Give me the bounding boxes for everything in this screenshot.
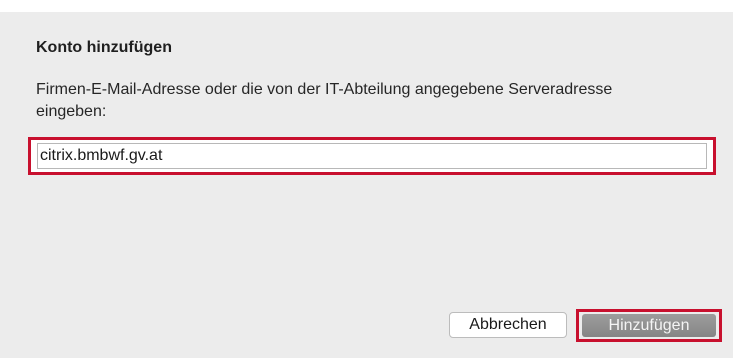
cancel-button[interactable]: Abbrechen (449, 312, 567, 338)
dialog-title: Konto hinzufügen (36, 39, 172, 56)
add-account-dialog: Konto hinzufügen Firmen-E-Mail-Adresse o… (0, 12, 733, 358)
server-input-highlight (28, 137, 716, 175)
dialog-description: Firmen-E-Mail-Adresse oder die von der I… (36, 81, 613, 120)
add-button-highlight: Hinzufügen (576, 309, 722, 342)
server-address-input[interactable] (37, 143, 707, 169)
add-button[interactable]: Hinzufügen (582, 314, 716, 337)
